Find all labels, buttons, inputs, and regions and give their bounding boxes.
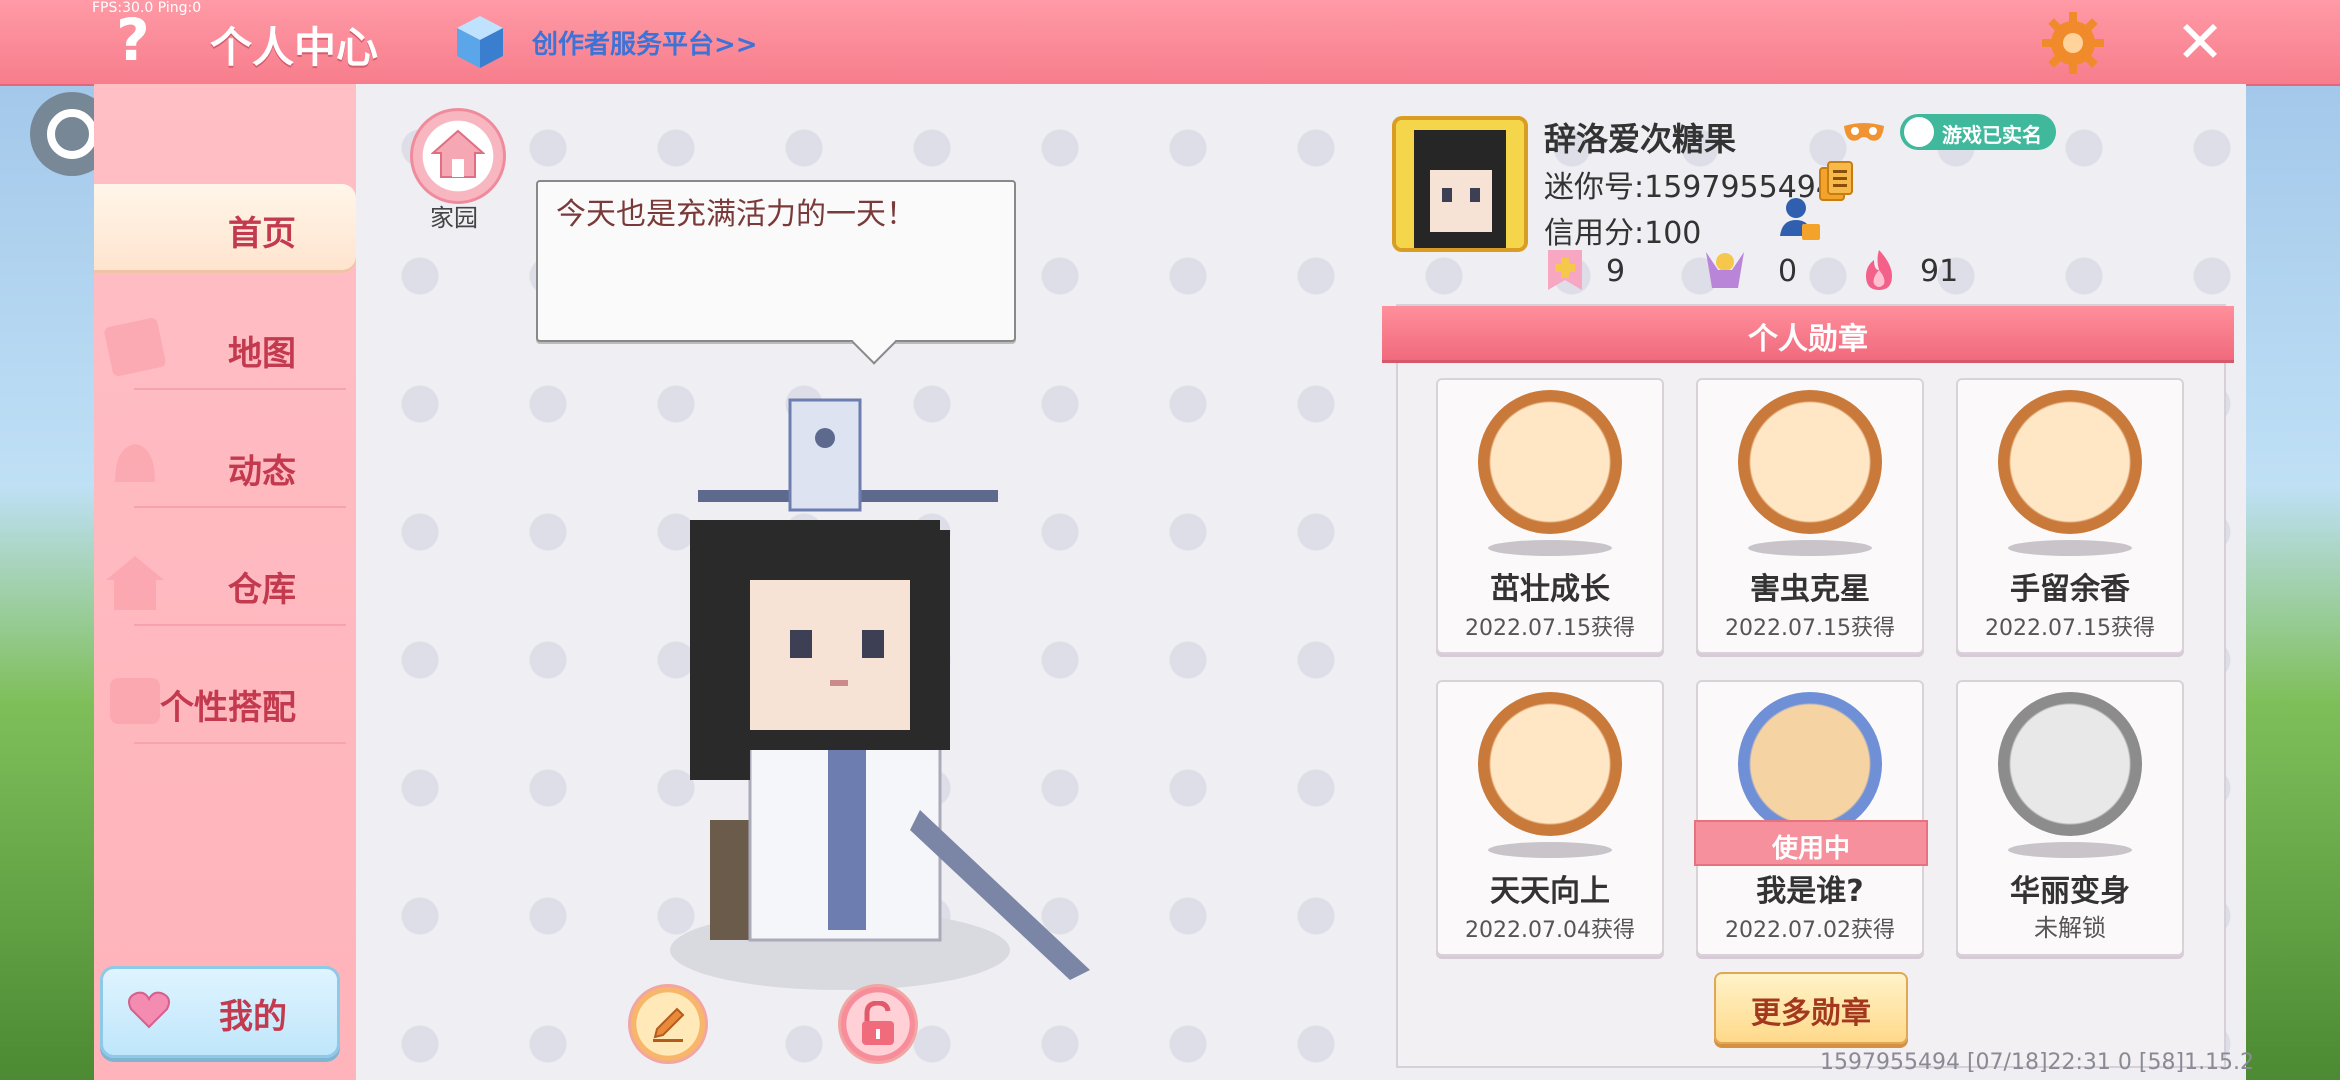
character-avatar[interactable] [590,390,1090,1010]
person-card-icon[interactable] [1778,196,1822,242]
realname-label: 游戏已实名 [1942,123,2042,147]
badge-date: 2022.07.02获得 [1725,918,1895,943]
map-icon [104,318,166,376]
help-icon[interactable]: ? [108,10,158,70]
badge-date: 2022.07.15获得 [1985,616,2155,641]
stat-value: 0 [1778,254,1798,289]
page-title: 个人中心 [210,23,379,72]
speech-text: 今天也是充满活力的一天！ [556,197,916,232]
medal-shadow [1748,540,1872,556]
nickname: 辞洛爱次糖果 [1544,120,1737,158]
realname-badge: 游戏已实名 [1900,114,2056,150]
sidebar-item-map[interactable]: 地图 [94,304,356,390]
home-icon[interactable] [410,108,506,204]
bug-medal-icon [1738,390,1882,534]
plus-flag-icon [1548,250,1582,290]
badge-card[interactable]: 使用中 我是谁? 2022.07.02获得 [1694,680,1928,956]
top-bar: FPS:30.0 Ping:0 ? 个人中心 创作者服务平台>> ✕ [0,0,2340,86]
medal-shadow [1488,540,1612,556]
mine-label: 我的 [219,997,287,1037]
sidebar-item-warehouse[interactable]: 仓库 [94,540,356,626]
medal-shadow [2008,842,2132,858]
lock-button[interactable] [838,984,918,1064]
badge-card[interactable]: 茁壮成长 2022.07.15获得 [1436,378,1664,654]
sidebar-item-home[interactable]: 首页 [94,184,356,270]
stat-value: 91 [1920,254,1959,289]
divider [134,742,346,744]
badge-card[interactable]: 害虫克星 2022.07.15获得 [1696,378,1924,654]
more-badges-button[interactable]: 更多勋章 [1714,972,1908,1044]
medal-shadow [2008,540,2132,556]
in-use-tag: 使用中 [1694,820,1928,866]
cube-icon[interactable] [455,14,505,70]
close-icon[interactable]: ✕ [2175,13,2225,71]
sidebar-item-label: 地图 [228,334,296,374]
heart-icon [128,991,170,1029]
mask-icon[interactable] [1842,118,1886,148]
transform-medal-icon [1998,692,2142,836]
badge-name: 华丽变身 [2010,874,2130,909]
sidebar-item-label: 动态 [228,452,296,492]
badge-date: 2022.07.04获得 [1465,918,1635,943]
badge-name: 手留余香 [2010,572,2130,607]
badge-panel-title: 个人勋章 [1748,322,1868,357]
cheer-icon [1706,252,1744,288]
avatar[interactable] [1392,116,1528,252]
mine-button[interactable]: 我的 [100,966,340,1058]
sidebar-item-label: 个性搭配 [160,688,296,728]
badge-status: 未解锁 [2034,914,2106,942]
sidebar-item-label: 首页 [228,214,296,254]
footer-info: 1597955494 [07/18]22:31 0 [58]1.15.2 [1820,1050,2255,1075]
badge-name: 害虫克星 [1750,572,1870,607]
calendar-medal-icon [1478,692,1622,836]
credit-score: 信用分:100 [1544,216,1702,251]
badge-card[interactable]: 手留余香 2022.07.15获得 [1956,378,2184,654]
user-verified-icon [1904,117,1934,147]
sprout-medal-icon [1478,390,1622,534]
more-badges-label: 更多勋章 [1751,996,1871,1031]
badge-name: 我是谁? [1756,874,1864,909]
edit-button[interactable] [628,984,708,1064]
divider [134,506,346,508]
divider [134,624,346,626]
bell-icon [115,444,155,482]
badge-name: 天天向上 [1490,874,1610,909]
house-icon [106,556,164,610]
badge-card[interactable]: 天天向上 2022.07.04获得 [1436,680,1664,956]
badge-name: 茁壮成长 [1490,572,1610,607]
badge-date: 2022.07.15获得 [1725,616,1895,641]
home-label: 家园 [430,204,478,232]
sidebar: 首页 地图 动态 仓库 个性搭配 [94,84,359,1080]
flame-icon [1866,250,1892,290]
sidebar-item-feed[interactable]: 动态 [94,422,356,508]
in-use-label: 使用中 [1771,834,1850,864]
sidebar-item-outfit[interactable]: 个性搭配 [94,658,356,744]
divider [134,388,346,390]
badge-panel-header: 个人勋章 [1382,306,2234,363]
badge-date: 2022.07.15获得 [1465,616,1635,641]
medal-shadow [1488,842,1612,858]
sidebar-item-label: 仓库 [228,570,296,610]
copy-icon[interactable] [1818,160,1854,204]
stat-value: 9 [1606,254,1626,289]
badge-card[interactable]: 华丽变身 未解锁 [1956,680,2184,956]
creator-platform-link[interactable]: 创作者服务平台>> [532,24,758,61]
fragrance-medal-icon [1998,390,2142,534]
speech-bubble: 今天也是充满活力的一天！ [536,180,1016,342]
envelope-medal-icon [1738,692,1882,836]
gear-icon[interactable] [2040,10,2106,76]
